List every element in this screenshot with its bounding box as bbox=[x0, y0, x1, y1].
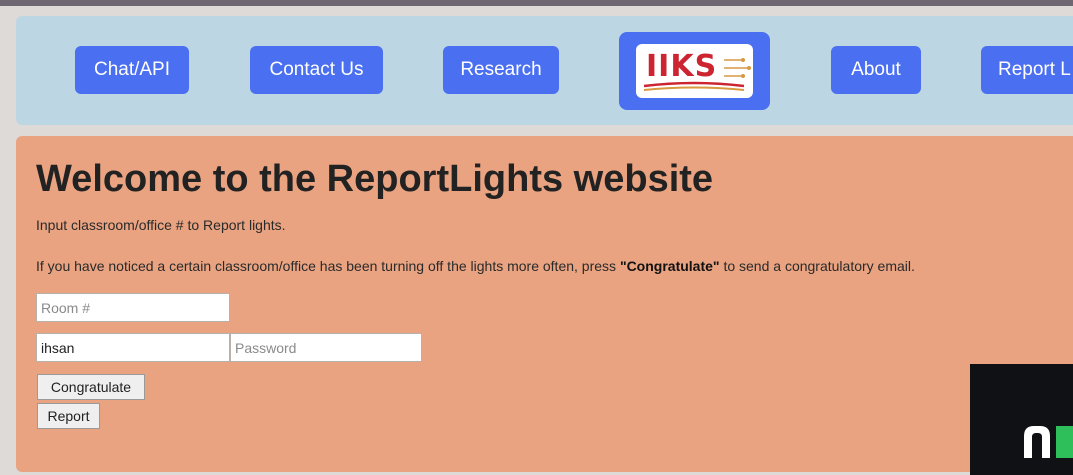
page-title: Welcome to the ReportLights website bbox=[36, 158, 714, 200]
hint-bold: "Congratulate" bbox=[619, 258, 720, 274]
username-input[interactable] bbox=[36, 333, 230, 362]
overlay-badge bbox=[970, 364, 1073, 475]
n-logo-icon bbox=[1024, 426, 1073, 458]
room-input[interactable] bbox=[36, 293, 230, 322]
hint-after: to send a congratulatory email. bbox=[719, 258, 915, 274]
iiks-logo: IIKS bbox=[636, 44, 753, 98]
congratulate-hint: If you have noticed a certain classroom/… bbox=[36, 258, 915, 274]
navbar: Chat/API Contact Us Research IIKS About … bbox=[16, 16, 1073, 125]
password-input[interactable] bbox=[230, 333, 422, 362]
report-button[interactable]: Report bbox=[37, 403, 100, 429]
logo-button[interactable]: IIKS bbox=[619, 32, 770, 110]
top-strip bbox=[0, 0, 1073, 6]
nav-research[interactable]: Research bbox=[443, 46, 559, 94]
main-panel: Welcome to the ReportLights website Inpu… bbox=[16, 136, 1073, 472]
hint-before: If you have noticed a certain classroom/… bbox=[36, 258, 620, 274]
instruction-text: Input classroom/office # to Report light… bbox=[36, 217, 286, 233]
nav-contact-us[interactable]: Contact Us bbox=[250, 46, 383, 94]
nav-chat-api[interactable]: Chat/API bbox=[75, 46, 189, 94]
nav-report-lights[interactable]: Report L bbox=[981, 46, 1073, 94]
circuit-lines-icon bbox=[643, 58, 751, 91]
nav-about[interactable]: About bbox=[831, 46, 921, 94]
congratulate-button[interactable]: Congratulate bbox=[37, 374, 145, 400]
